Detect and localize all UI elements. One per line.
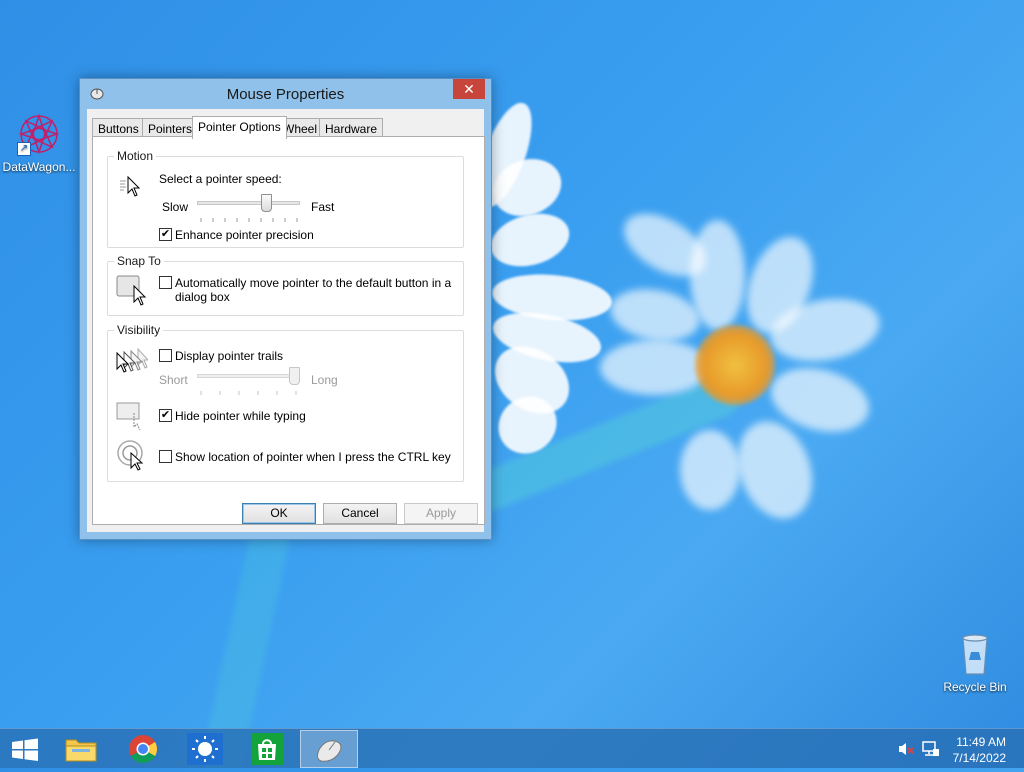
taskbar-brightness-app[interactable]	[176, 730, 234, 768]
brightness-icon	[187, 733, 223, 765]
clock-time: 11:49 AM	[956, 735, 1006, 749]
clock-date: 7/14/2022	[952, 751, 1006, 765]
group-title: Motion	[114, 149, 157, 163]
group-title: Snap To	[114, 254, 164, 268]
hide-while-typing-checkbox[interactable]	[159, 409, 172, 422]
taskbar-store[interactable]	[238, 730, 296, 768]
cancel-button[interactable]: Cancel	[323, 503, 397, 524]
desktop-icon-label: Recycle Bin	[943, 680, 1007, 694]
trail-length-slider-track	[197, 374, 300, 378]
trail-length-slider-thumb	[289, 367, 300, 385]
system-clock[interactable]: 11:49 AM 7/14/2022	[953, 734, 1006, 766]
tab-label: Buttons	[98, 122, 139, 136]
hide-while-typing-label[interactable]: Hide pointer while typing	[175, 409, 306, 423]
short-label: Short	[159, 373, 188, 387]
tab-label: Wheel	[283, 122, 318, 136]
tab-label: Hardware	[325, 122, 378, 136]
tab-label: Pointer Options	[198, 120, 281, 134]
pointer-options-panel: Motion Select a pointer speed: Slow Fast…	[92, 136, 485, 525]
mouse-icon	[317, 740, 342, 762]
speed-label: Select a pointer speed:	[159, 172, 282, 186]
speed-slider-track[interactable]	[197, 201, 300, 205]
snap-to-icon	[116, 274, 148, 309]
volume-muted-icon[interactable]	[897, 741, 915, 760]
fast-label: Fast	[311, 200, 335, 214]
ctrl-locate-label[interactable]: Show location of pointer when I press th…	[175, 450, 451, 464]
taskbar-file-explorer[interactable]	[52, 730, 110, 768]
desktop-icon-label: DataWagon...	[2, 160, 76, 174]
title-bar[interactable]: Mouse Properties ✕	[80, 79, 491, 109]
slow-label: Slow	[162, 200, 189, 214]
network-icon[interactable]	[922, 741, 940, 760]
folder-icon	[65, 739, 97, 762]
start-button[interactable]	[6, 735, 46, 765]
snap-to-group: Snap To Automatically move pointer to th…	[107, 254, 464, 316]
recycle-bin-icon	[951, 630, 999, 678]
windows-logo-icon	[12, 738, 38, 761]
visibility-group: Visibility Display pointer trails Short	[107, 323, 464, 482]
group-title: Visibility	[114, 323, 164, 337]
taskbar-chrome[interactable]	[114, 730, 172, 768]
desktop-icon-recycle-bin[interactable]: Recycle Bin	[937, 630, 1013, 694]
datawagon-icon: ↗	[15, 110, 63, 158]
ctrl-locate-icon	[116, 439, 148, 474]
snap-to-label-line1[interactable]: Automatically move pointer to the defaul…	[175, 276, 451, 290]
window-title: Mouse Properties	[226, 86, 345, 103]
desktop-icon-datawagon[interactable]: ↗ DataWagon...	[1, 110, 77, 174]
trail-length-slider-ticks	[200, 385, 300, 395]
pointer-trails-checkbox[interactable]	[159, 349, 172, 362]
long-label: Long	[311, 373, 338, 387]
close-button[interactable]: ✕	[453, 79, 485, 99]
speed-slider-thumb[interactable]	[261, 194, 272, 212]
apply-button[interactable]: Apply	[404, 503, 478, 524]
pointer-trails-icon	[116, 347, 150, 376]
tab-label: Pointers	[148, 122, 193, 136]
snap-to-checkbox[interactable]	[159, 276, 172, 289]
taskbar-mouse-properties[interactable]	[300, 730, 358, 768]
hide-pointer-icon	[116, 401, 148, 434]
snap-to-label-line2[interactable]: dialog box	[175, 290, 230, 304]
mouse-properties-window: Mouse Properties ✕ Buttons Pointers Poin…	[79, 78, 492, 540]
chrome-icon	[129, 735, 157, 763]
store-icon	[251, 733, 283, 765]
shortcut-arrow-icon: ↗	[17, 142, 31, 156]
tab-pointer-options[interactable]: Pointer Options	[192, 116, 287, 139]
speed-slider-ticks	[200, 212, 300, 222]
dialog-client: Buttons Pointers Pointer Options Wheel H…	[87, 109, 485, 532]
ok-button[interactable]: OK	[242, 503, 316, 524]
ctrl-locate-checkbox[interactable]	[159, 450, 172, 463]
pointer-speed-icon	[118, 173, 144, 202]
enhance-precision-checkbox[interactable]	[159, 228, 172, 241]
enhance-precision-label[interactable]: Enhance pointer precision	[175, 228, 314, 242]
taskbar: 11:49 AM 7/14/2022	[0, 728, 1024, 768]
motion-group: Motion Select a pointer speed: Slow Fast…	[107, 149, 464, 248]
pointer-trails-label[interactable]: Display pointer trails	[175, 349, 283, 363]
